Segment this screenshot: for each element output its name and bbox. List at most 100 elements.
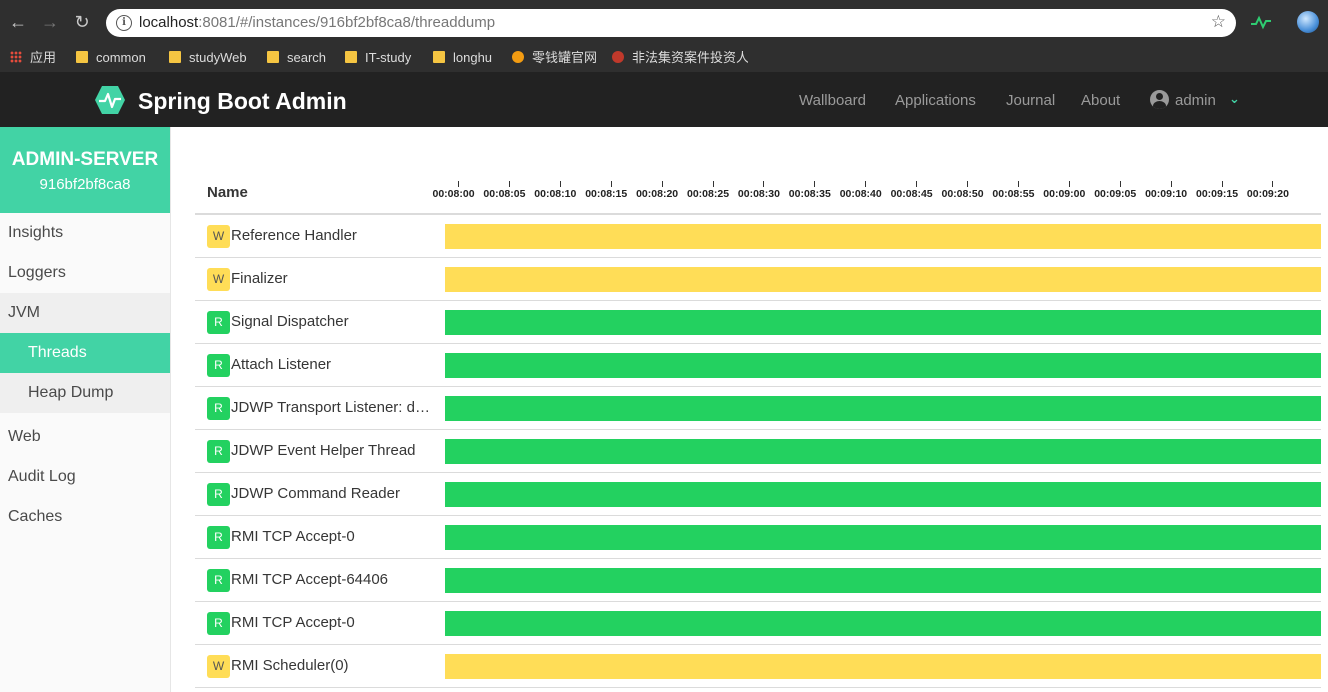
timeline-axis: 00:08:00 00:08:05 00:08:10 00:08:15 00:08:20… — [433, 177, 1321, 207]
sidebar-item-insights[interactable]: Insights — [0, 213, 170, 253]
thread-timeline-bar[interactable] — [445, 353, 1321, 378]
thread-state-badge: W — [207, 268, 230, 291]
thread-state-badge: W — [207, 225, 230, 248]
thread-timeline-bar[interactable] — [445, 267, 1321, 292]
thread-timeline-bar[interactable] — [445, 611, 1321, 636]
thread-name: JDWP Command Reader — [231, 485, 400, 502]
profile-avatar-icon[interactable] — [1297, 11, 1319, 33]
thread-state-badge: R — [207, 483, 230, 506]
thread-name: RMI TCP Accept-0 — [231, 614, 355, 631]
bookmark-search[interactable]: search — [267, 49, 326, 67]
thread-timeline-bar[interactable] — [445, 654, 1321, 679]
thread-name: JDWP Event Helper Thread — [231, 442, 416, 459]
user-menu[interactable]: admin — [1175, 92, 1216, 109]
thread-name: RMI TCP Accept-64406 — [231, 571, 389, 588]
back-arrow-icon[interactable]: ← — [7, 11, 29, 33]
timeline-tick-label: 00:08:00 — [432, 188, 475, 200]
thread-row[interactable]: R JDWP Event Helper Thread — [195, 430, 1321, 473]
folder-icon — [267, 51, 279, 63]
timeline-tick-label: 00:08:50 — [941, 188, 984, 200]
thread-timeline-bar[interactable] — [445, 482, 1321, 507]
brand-title[interactable]: Spring Boot Admin — [138, 88, 347, 115]
instance-sidebar: ADMIN-SERVER 916bf2bf8ca8 Insights Logge… — [0, 127, 171, 692]
timeline-tick — [1068, 181, 1070, 187]
bookmark-studyweb[interactable]: studyWeb — [169, 49, 247, 67]
timeline-tick-label: 00:08:25 — [687, 188, 730, 200]
thread-row[interactable]: R RMI TCP Accept-0 — [195, 516, 1321, 559]
timeline-tick — [1017, 181, 1019, 187]
thread-row[interactable]: R RMI TCP Accept-0 — [195, 602, 1321, 645]
thread-state-badge: R — [207, 397, 230, 420]
nav-about[interactable]: About — [1081, 92, 1120, 109]
timeline-tick-label: 00:08:55 — [992, 188, 1035, 200]
thread-state-badge: W — [207, 655, 230, 678]
bookmark-lingqianguan[interactable]: 零钱罐官网 — [512, 49, 597, 67]
spring-boot-admin-logo-icon[interactable] — [94, 85, 126, 115]
reload-icon[interactable]: ↻ — [71, 11, 93, 33]
bookmark-longhu[interactable]: longhu — [433, 49, 492, 67]
timeline-tick — [508, 181, 510, 187]
sidebar-item-threads[interactable]: Threads — [0, 333, 170, 373]
timeline-tick — [865, 181, 867, 187]
timeline-tick — [661, 181, 663, 187]
police-badge-icon — [612, 51, 624, 63]
thread-state-badge: R — [207, 612, 230, 635]
coin-icon — [512, 51, 524, 63]
thread-name: Signal Dispatcher — [231, 313, 349, 330]
bookmark-it-study[interactable]: IT-study — [345, 49, 411, 67]
thread-timeline-bar[interactable] — [445, 396, 1321, 421]
thread-row[interactable]: W Reference Handler — [195, 215, 1321, 258]
thread-state-badge: R — [207, 526, 230, 549]
timeline-tick-label: 00:08:05 — [483, 188, 526, 200]
thread-row[interactable]: R Attach Listener — [195, 344, 1321, 387]
bookmark-star-icon[interactable]: ☆ — [1211, 12, 1226, 32]
thread-row[interactable]: R JDWP Command Reader — [195, 473, 1321, 516]
timeline-tick-label: 00:08:35 — [788, 188, 831, 200]
timeline-tick — [763, 181, 765, 187]
nav-wallboard[interactable]: Wallboard — [799, 92, 866, 109]
sidebar-item-jvm[interactable]: JVM — [0, 293, 170, 333]
thread-row[interactable]: R RMI TCP Accept-64406 — [195, 559, 1321, 602]
thread-row[interactable]: W RMI Scheduler(0) — [195, 645, 1321, 688]
timeline-tick-label: 00:09:10 — [1145, 188, 1188, 200]
sidebar-item-web[interactable]: Web — [0, 417, 170, 457]
thread-row[interactable]: W Finalizer — [195, 258, 1321, 301]
timeline-tick-label: 00:08:10 — [534, 188, 577, 200]
timeline-tick-label: 00:09:05 — [1094, 188, 1137, 200]
user-avatar-icon[interactable] — [1150, 90, 1169, 109]
timeline-tick-label: 00:08:45 — [890, 188, 933, 200]
thread-timeline-bar[interactable] — [445, 310, 1321, 335]
thread-name: Attach Listener — [231, 356, 332, 373]
bookmark-apps[interactable]: 应用 — [10, 49, 56, 67]
site-info-icon[interactable]: i — [116, 15, 132, 31]
extension-pulse-icon[interactable] — [1250, 12, 1272, 32]
bookmark-feifa[interactable]: 非法集资案件投资人信 — [612, 49, 748, 67]
sidebar-item-heap-dump[interactable]: Heap Dump — [0, 373, 170, 413]
thread-timeline-bar[interactable] — [445, 525, 1321, 550]
thread-timeline-bar[interactable] — [445, 224, 1321, 249]
address-bar[interactable]: i localhost:8081/#/instances/916bf2bf8ca… — [106, 9, 1236, 37]
thread-row[interactable]: R Signal Dispatcher — [195, 301, 1321, 344]
apps-grid-icon — [10, 51, 22, 63]
nav-journal[interactable]: Journal — [1006, 92, 1055, 109]
thread-state-badge: R — [207, 569, 230, 592]
bookmark-common[interactable]: common — [76, 49, 146, 67]
thread-name: Finalizer — [231, 270, 288, 287]
timeline-tick — [559, 181, 561, 187]
threads-table: Name 00:08:00 00:08:05 00:08:10 00:08:15 00:… — [195, 127, 1328, 692]
sidebar-item-caches[interactable]: Caches — [0, 497, 170, 537]
timeline-tick — [712, 181, 714, 187]
chevron-down-icon[interactable]: ⌄ — [1229, 91, 1240, 107]
sidebar-item-loggers[interactable]: Loggers — [0, 253, 170, 293]
thread-row[interactable]: RJDWP Transport Listener: dt_socket — [195, 387, 1321, 430]
thread-timeline-bar[interactable] — [445, 439, 1321, 464]
app-header: Spring Boot Admin Wallboard Applications… — [0, 72, 1328, 127]
timeline-tick — [916, 181, 918, 187]
sidebar-item-audit-log[interactable]: Audit Log — [0, 457, 170, 497]
timeline-tick — [1221, 181, 1223, 187]
thread-timeline-bar[interactable] — [445, 568, 1321, 593]
nav-applications[interactable]: Applications — [895, 92, 976, 109]
url-text[interactable]: localhost:8081/#/instances/916bf2bf8ca8/… — [139, 14, 495, 31]
instance-id: 916bf2bf8ca8 — [39, 176, 131, 193]
forward-arrow-icon[interactable]: → — [39, 11, 61, 33]
